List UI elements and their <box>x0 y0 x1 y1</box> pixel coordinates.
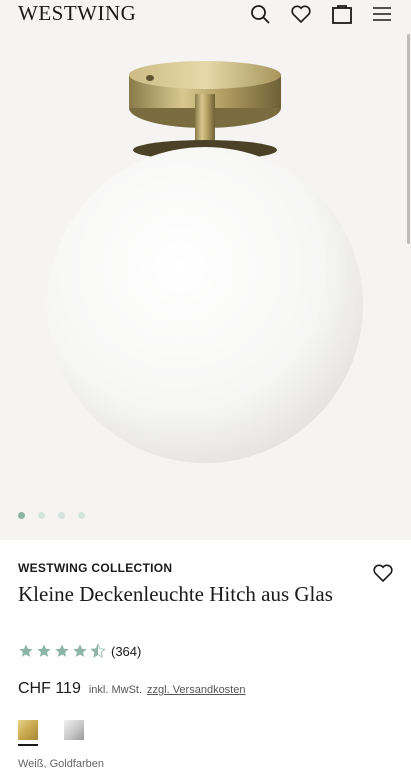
wishlist-heart-icon[interactable] <box>372 562 394 584</box>
gallery-scrollbar[interactable] <box>407 34 410 244</box>
shipping-link[interactable]: zzgl. Versandkosten <box>147 684 245 696</box>
gallery-pagination <box>18 512 85 519</box>
swatch-silver[interactable] <box>64 720 84 740</box>
product-image <box>47 61 363 463</box>
star-icon <box>19 644 33 657</box>
gallery-dot[interactable] <box>18 512 25 519</box>
product-info: WESTWING COLLECTION Kleine Deckenleuchte… <box>0 540 411 768</box>
westwing-logo[interactable]: WESTWING <box>18 1 136 26</box>
gallery-dot[interactable] <box>78 512 85 519</box>
price-row: CHF 119 inkl. MwSt. zzgl. Versandkosten <box>18 680 245 698</box>
vat-note: inkl. MwSt. <box>88 684 143 696</box>
star-icon <box>73 644 87 657</box>
swatch-gold[interactable] <box>18 720 38 740</box>
menu-icon[interactable] <box>371 3 393 25</box>
gallery-dot[interactable] <box>58 512 65 519</box>
search-icon[interactable] <box>249 3 271 25</box>
variant-label: Weiß, Goldfarben <box>18 758 105 768</box>
price: CHF 119 <box>18 680 81 697</box>
heart-icon[interactable] <box>290 3 312 25</box>
star-icon <box>37 644 51 657</box>
selected-swatch-indicator <box>18 744 38 746</box>
gallery-dot[interactable] <box>38 512 45 519</box>
product-rating[interactable]: (364) <box>18 643 141 659</box>
product-title: Kleine Deckenleuchte Hitch aus Glas <box>18 582 333 606</box>
rating-count: (364) <box>111 643 142 659</box>
bag-icon[interactable] <box>331 3 353 25</box>
product-image-gallery[interactable] <box>0 28 411 540</box>
star-icon <box>55 644 69 657</box>
header: WESTWING <box>0 0 411 28</box>
brand-label[interactable]: WESTWING COLLECTION <box>18 561 172 575</box>
half-star-icon <box>90 643 106 658</box>
